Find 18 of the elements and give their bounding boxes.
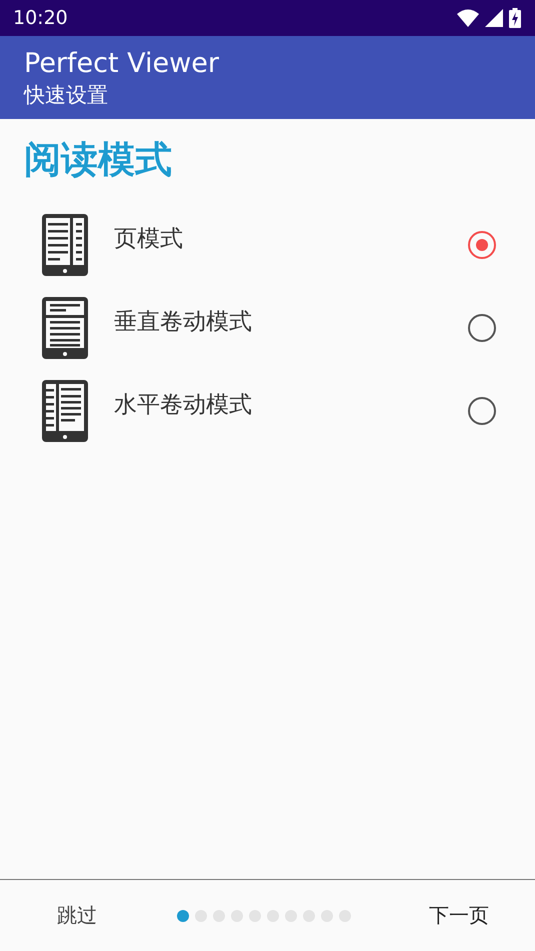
signal-icon [485, 9, 503, 27]
status-time: 10:20 [13, 7, 68, 29]
tablet-icon [41, 212, 89, 276]
option-label[interactable]: 页模式 [114, 223, 468, 254]
skip-button[interactable]: 跳过 [57, 894, 97, 937]
wifi-icon [457, 9, 479, 27]
radio-button[interactable] [468, 314, 496, 342]
tablet-icon [41, 378, 89, 442]
battery-charging-icon [509, 8, 521, 28]
section-title: 阅读模式 [24, 137, 173, 183]
app-subtitle: 快速设置 [24, 82, 109, 108]
app-title: Perfect Viewer [24, 46, 220, 80]
option-label[interactable]: 水平卷动模式 [114, 389, 468, 420]
tablet-icon [41, 296, 89, 360]
next-button[interactable]: 下一页 [429, 894, 489, 937]
radio-button[interactable] [468, 396, 496, 424]
radio-button[interactable] [468, 230, 496, 258]
option-label[interactable]: 垂直卷动模式 [114, 306, 468, 337]
